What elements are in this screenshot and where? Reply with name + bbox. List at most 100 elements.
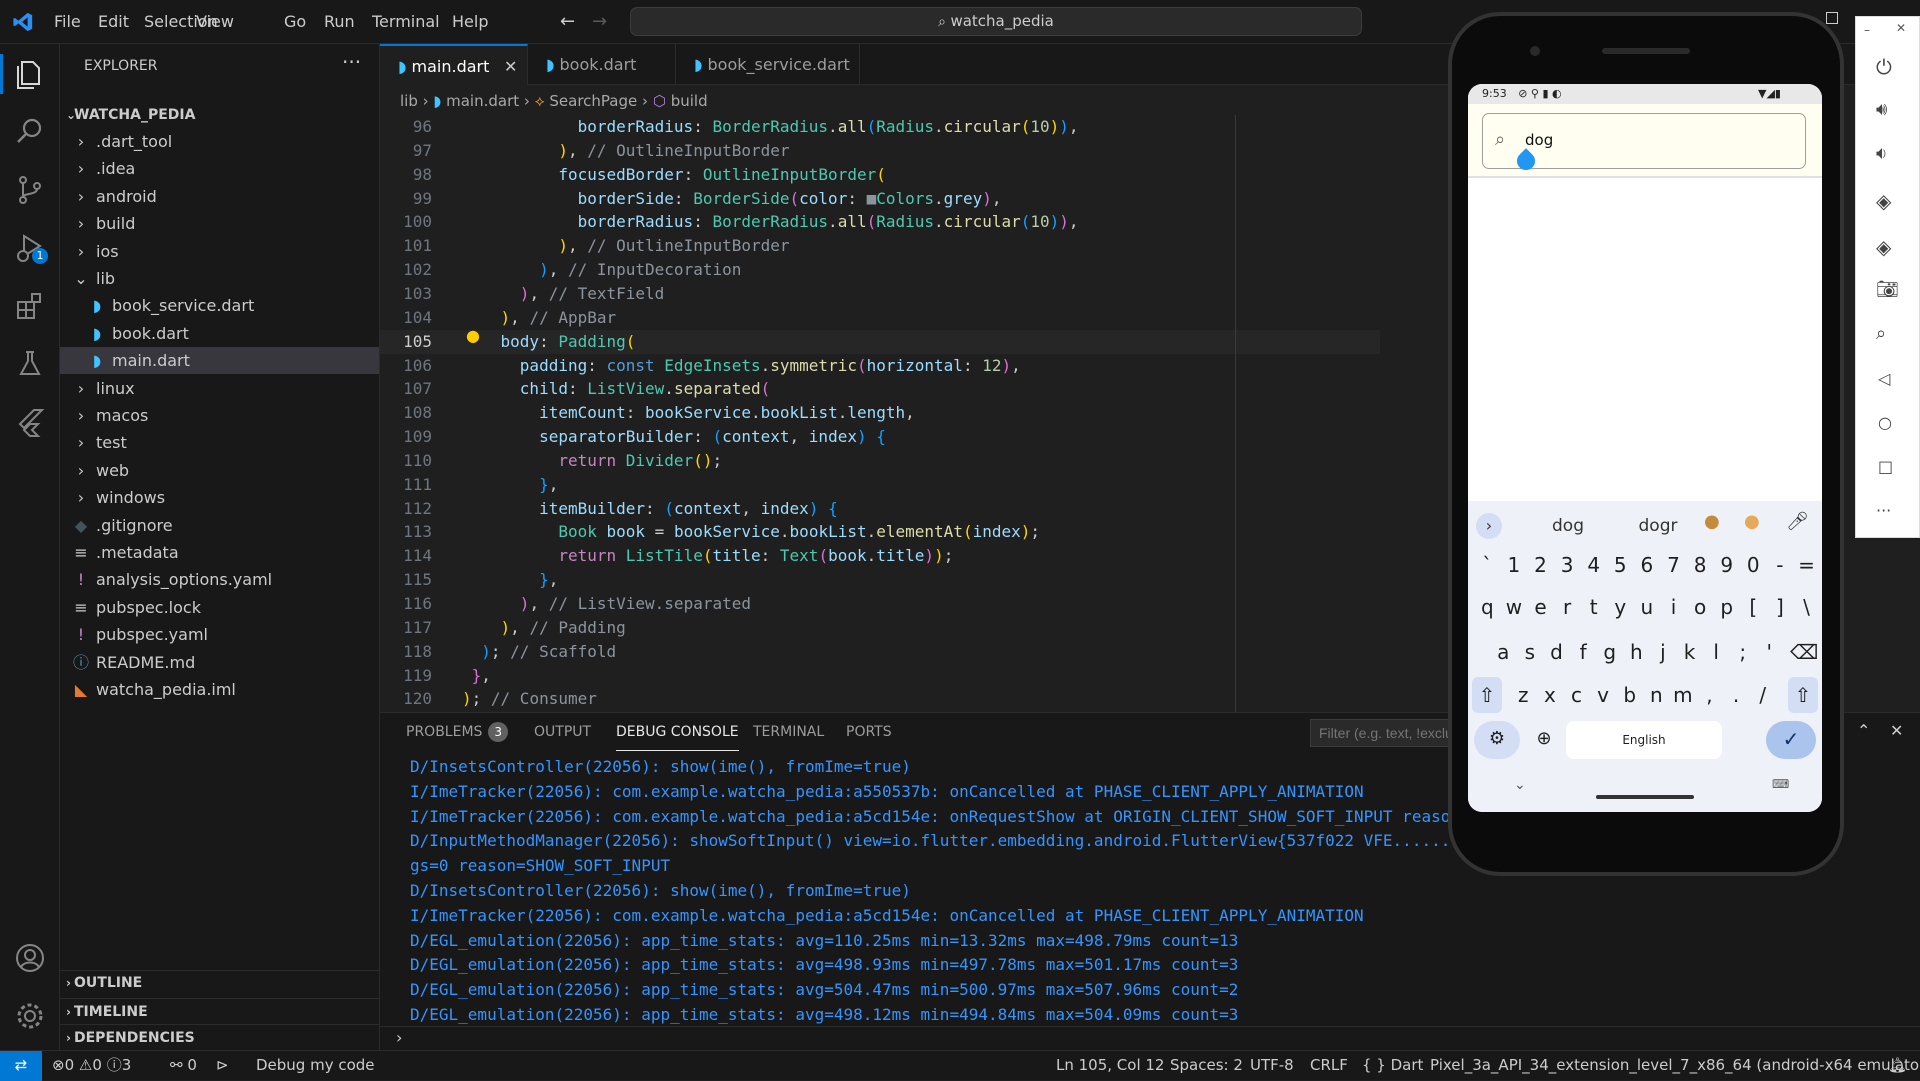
key[interactable]: m: [1670, 677, 1697, 713]
outline-section[interactable]: › OUTLINE: [60, 970, 379, 997]
home-circle-icon[interactable]: ○: [1878, 413, 1892, 432]
tab-problems[interactable]: PROBLEMS 3: [406, 713, 509, 751]
tab-book-service-dart[interactable]: ◗ book_service.dart: [676, 44, 860, 85]
key[interactable]: n: [1643, 677, 1670, 713]
globe-key[interactable]: ⊕: [1524, 721, 1564, 757]
key[interactable]: 6: [1634, 547, 1661, 583]
device-status[interactable]: Pixel_3a_API_34_extension_level_7_x86_64…: [1430, 1051, 1920, 1081]
menu-help[interactable]: Help: [452, 0, 488, 44]
search-text-field[interactable]: ⌕ dog: [1482, 113, 1806, 174]
backspace-key[interactable]: ⌫: [1790, 634, 1818, 670]
close-emulator-icon[interactable]: ✕: [1896, 21, 1906, 35]
cursor-position[interactable]: Ln 105, Col 12: [1056, 1051, 1164, 1081]
volume-up-icon[interactable]: 🔊︎: [1876, 99, 1887, 120]
code-line[interactable]: 96 borderRadius: BorderRadius.all(Radius…: [380, 115, 1380, 139]
key[interactable]: s: [1517, 634, 1544, 670]
key[interactable]: 1: [1501, 547, 1528, 583]
code-editor[interactable]: 96 borderRadius: BorderRadius.all(Radius…: [380, 115, 1380, 712]
tab-output[interactable]: OUTPUT: [534, 713, 591, 751]
shift-key-right[interactable]: ⇧: [1788, 677, 1818, 713]
key[interactable]: e: [1527, 589, 1554, 625]
key[interactable]: a: [1490, 634, 1517, 670]
code-line[interactable]: 110 return Divider();: [380, 449, 1380, 473]
tree-item-gitignore[interactable]: ◆ .gitignore: [60, 512, 379, 539]
encoding-status[interactable]: UTF-8: [1250, 1051, 1294, 1081]
minimize-icon[interactable]: –: [1864, 23, 1870, 37]
menu-go[interactable]: Go: [284, 0, 306, 44]
account-icon[interactable]: [12, 940, 48, 976]
key[interactable]: w: [1501, 589, 1528, 625]
breadcrumb-lib[interactable]: lib: [380, 92, 418, 110]
key[interactable]: 7: [1660, 547, 1687, 583]
close-tab-icon[interactable]: ✕: [504, 46, 517, 87]
menu-file[interactable]: File: [54, 0, 81, 44]
tree-item-book-service-dart[interactable]: ◗ book_service.dart: [60, 292, 379, 319]
debug-status[interactable]: ⊳: [216, 1051, 229, 1081]
forward-arrow-icon[interactable]: →: [592, 11, 607, 32]
key[interactable]: o: [1687, 589, 1714, 625]
menu-edit[interactable]: Edit: [98, 0, 129, 44]
space-bar[interactable]: English: [1566, 721, 1722, 759]
menu-terminal[interactable]: Terminal: [372, 0, 440, 44]
key[interactable]: \: [1793, 589, 1820, 625]
extensions-icon[interactable]: [12, 288, 48, 324]
code-line[interactable]: 103 ), // TextField: [380, 282, 1380, 306]
code-line[interactable]: 102 ), // InputDecoration: [380, 258, 1380, 282]
testing-flask-icon[interactable]: [12, 346, 48, 382]
timeline-section[interactable]: › TIMELINE: [60, 998, 379, 1025]
key[interactable]: 8: [1687, 547, 1714, 583]
key[interactable]: v: [1590, 677, 1617, 713]
emoji-dog-face-icon[interactable]: ●: [1744, 511, 1760, 532]
tree-item-linux[interactable]: › linux: [60, 375, 379, 402]
tab-main-dart[interactable]: ◗ main.dart ✕: [380, 44, 528, 85]
tree-item-lib[interactable]: ⌄ lib: [60, 265, 379, 292]
microphone-icon[interactable]: 🎤︎: [1786, 511, 1809, 532]
tree-item-pubspec-yaml[interactable]: ! pubspec.yaml: [60, 621, 379, 648]
more-actions-icon[interactable]: ···: [342, 50, 361, 74]
settings-gear-key[interactable]: ⚙: [1474, 721, 1520, 759]
key[interactable]: h: [1623, 634, 1650, 670]
key[interactable]: /: [1749, 677, 1776, 713]
code-line[interactable]: 112 itemBuilder: (context, index) {: [380, 497, 1380, 521]
back-triangle-icon[interactable]: ◁: [1878, 369, 1890, 388]
code-line[interactable]: 99 borderSide: BorderSide(color: ■Colors…: [380, 187, 1380, 211]
breadcrumb-class[interactable]: SearchPage: [549, 92, 637, 110]
key[interactable]: r: [1554, 589, 1581, 625]
dependencies-section[interactable]: › DEPENDENCIES: [60, 1024, 379, 1051]
code-line[interactable]: 98 focusedBorder: OutlineInputBorder(: [380, 163, 1380, 187]
menu-view[interactable]: View: [196, 0, 234, 44]
volume-down-icon[interactable]: 🔉︎: [1876, 143, 1887, 164]
code-line[interactable]: 115 },: [380, 568, 1380, 592]
indentation-status[interactable]: Spaces: 2: [1170, 1051, 1243, 1081]
tree-item-web[interactable]: › web: [60, 457, 379, 484]
tree-item-macos[interactable]: › macos: [60, 402, 379, 429]
enter-check-key[interactable]: ✓: [1766, 721, 1816, 759]
source-control-icon[interactable]: [12, 172, 48, 208]
tree-item-book-dart[interactable]: ◗ book.dart: [60, 320, 379, 347]
key[interactable]: p: [1713, 589, 1740, 625]
console-prompt-icon[interactable]: ›: [396, 1026, 402, 1050]
flutter-icon[interactable]: [12, 404, 48, 440]
ports-status[interactable]: ⚯ 0: [170, 1051, 197, 1081]
power-icon[interactable]: ⏻: [1876, 55, 1892, 79]
tree-item-metadata[interactable]: ≡ .metadata: [60, 539, 379, 566]
rotate-right-icon[interactable]: ◈: [1876, 235, 1891, 259]
shift-key[interactable]: ⇧: [1472, 677, 1502, 713]
tree-item-dart-tool[interactable]: › .dart_tool: [60, 128, 379, 155]
code-line[interactable]: 104 ), // AppBar: [380, 306, 1380, 330]
key[interactable]: [: [1740, 589, 1767, 625]
chevron-up-icon[interactable]: ⌃: [1857, 721, 1870, 740]
explorer-icon[interactable]: [12, 56, 48, 92]
key[interactable]: b: [1616, 677, 1643, 713]
key[interactable]: y: [1607, 589, 1634, 625]
lightbulb-icon[interactable]: ●: [466, 326, 480, 345]
hide-keyboard-icon[interactable]: ⌄: [1514, 777, 1526, 793]
more-icon[interactable]: ···: [1876, 501, 1891, 520]
back-arrow-icon[interactable]: ←: [560, 11, 575, 32]
key[interactable]: 9: [1713, 547, 1740, 583]
key[interactable]: g: [1596, 634, 1623, 670]
code-line[interactable]: 108 itemCount: bookService.bookList.leng…: [380, 401, 1380, 425]
key[interactable]: l: [1703, 634, 1730, 670]
suggestion-2[interactable]: dogr: [1618, 513, 1698, 539]
key[interactable]: =: [1793, 547, 1820, 583]
